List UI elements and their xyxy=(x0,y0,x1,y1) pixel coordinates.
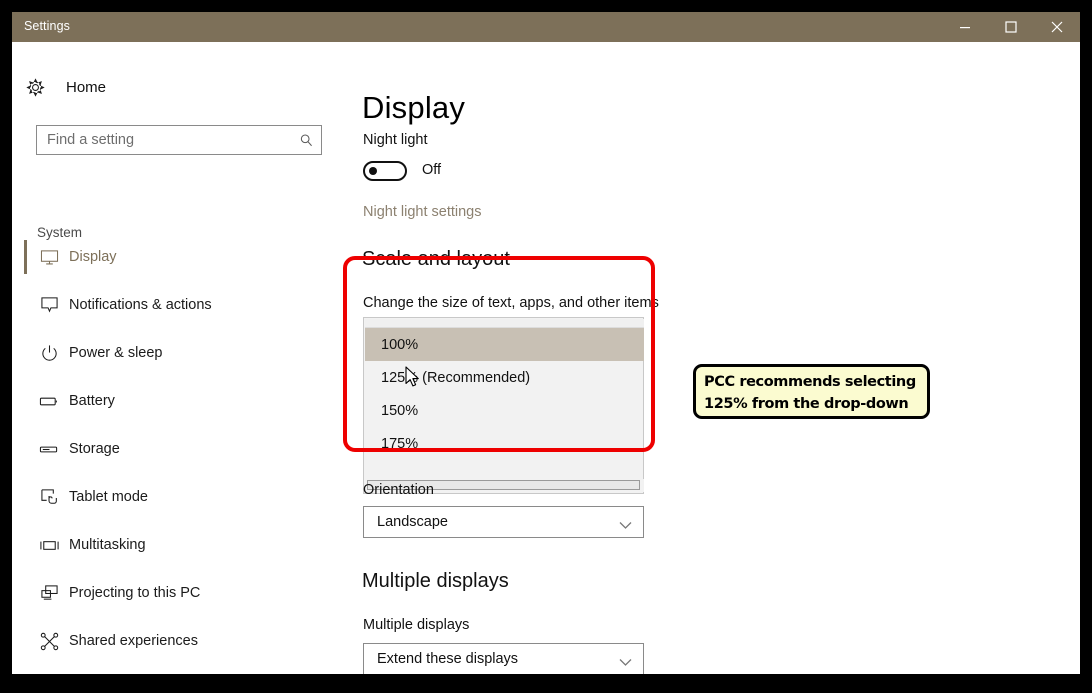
scale-and-layout-heading: Scale and layout xyxy=(362,248,510,270)
sidebar-item-label: Tablet mode xyxy=(69,489,148,505)
sidebar-item-storage[interactable]: Storage xyxy=(12,425,339,473)
chevron-down-icon xyxy=(619,654,632,672)
title-bar: Settings xyxy=(12,12,1080,42)
multiple-displays-heading: Multiple displays xyxy=(362,570,509,592)
selection-accent-bar xyxy=(24,624,27,658)
chevron-down-icon xyxy=(619,517,632,535)
sidebar: Home System xyxy=(12,42,339,674)
power-icon xyxy=(36,329,62,377)
gear-icon xyxy=(26,77,60,97)
minimize-button[interactable] xyxy=(942,12,988,42)
sidebar-item-about[interactable]: About xyxy=(12,665,339,674)
selection-accent-bar xyxy=(24,528,27,562)
sidebar-item-label: About xyxy=(69,665,107,674)
sidebar-item-notifications-actions[interactable]: Notifications & actions xyxy=(12,281,339,329)
sidebar-item-label: Multitasking xyxy=(69,537,146,553)
search-icon[interactable] xyxy=(295,130,317,151)
sidebar-item-tablet-mode[interactable]: Tablet mode xyxy=(12,473,339,521)
night-light-toggle[interactable] xyxy=(363,161,407,181)
scale-option-150[interactable]: 150% xyxy=(365,394,644,427)
main-content: Display Night light Off Night light sett… xyxy=(339,42,1080,674)
share-nodes-icon xyxy=(36,617,62,665)
scale-dropdown-list[interactable]: 100% 125% (Recommended) 150% 175% xyxy=(363,317,644,494)
sidebar-item-shared-experiences[interactable]: Shared experiences xyxy=(12,617,339,665)
callout-line-1: PCC recommends selecting xyxy=(704,374,916,390)
sidebar-item-battery[interactable]: Battery xyxy=(12,377,339,425)
selection-accent-bar xyxy=(24,336,27,370)
scale-option-100[interactable]: 100% xyxy=(365,328,644,361)
settings-window: Settings Home Find a setting System Disp… xyxy=(12,12,1080,674)
projecting-icon xyxy=(36,569,62,617)
sidebar-item-power-sleep[interactable]: Power & sleep xyxy=(12,329,339,377)
orientation-dropdown[interactable]: Landscape xyxy=(363,506,644,538)
toggle-knob xyxy=(369,167,377,175)
close-button[interactable] xyxy=(1034,12,1080,42)
maximize-button[interactable] xyxy=(988,12,1034,42)
multiple-displays-label: Multiple displays xyxy=(363,617,470,633)
sidebar-item-label: Storage xyxy=(69,441,120,457)
orientation-value: Landscape xyxy=(377,514,448,530)
info-circle-icon xyxy=(36,665,62,674)
scale-list-top-scroll-track[interactable] xyxy=(365,319,644,328)
multiple-displays-dropdown[interactable]: Extend these displays xyxy=(363,643,644,674)
scale-option-125[interactable]: 125% (Recommended) xyxy=(365,361,644,394)
night-light-label: Night light xyxy=(363,132,428,148)
annotation-callout: PCC recommends selecting 125% from the d… xyxy=(693,364,930,419)
close-icon xyxy=(1051,21,1063,33)
orientation-label: Orientation xyxy=(363,482,434,498)
callout-line-2: 125% from the drop-down xyxy=(704,396,909,412)
sidebar-home-label: Home xyxy=(66,78,107,96)
selection-accent-bar xyxy=(24,432,27,466)
sidebar-item-label: Projecting to this PC xyxy=(69,585,201,601)
speech-bubble-icon xyxy=(36,281,62,329)
search-input[interactable] xyxy=(37,126,292,154)
selection-accent-bar xyxy=(24,384,27,418)
screenshot-frame: Settings Home Find a setting System Disp… xyxy=(0,0,1092,693)
sidebar-item-home[interactable]: Home xyxy=(26,71,326,103)
sidebar-item-label: Shared experiences xyxy=(69,633,198,649)
scale-option-175[interactable]: 175% xyxy=(365,427,644,460)
sidebar-item-label: Display xyxy=(69,249,117,265)
scale-caption: Change the size of text, apps, and other… xyxy=(363,295,659,311)
tablet-touch-icon xyxy=(36,473,62,521)
storage-icon xyxy=(36,425,62,473)
night-light-settings-link[interactable]: Night light settings xyxy=(363,204,481,220)
multitasking-icon xyxy=(36,521,62,569)
monitor-icon xyxy=(36,233,62,281)
selection-accent-bar xyxy=(24,288,27,322)
sidebar-item-display[interactable]: Display xyxy=(12,233,339,281)
minimize-icon xyxy=(960,27,970,29)
sidebar-item-multitasking[interactable]: Multitasking xyxy=(12,521,339,569)
search-box[interactable] xyxy=(36,125,322,155)
selection-accent-bar xyxy=(24,480,27,514)
multiple-displays-value: Extend these displays xyxy=(377,651,519,667)
sidebar-item-label: Power & sleep xyxy=(69,345,163,361)
maximize-icon xyxy=(1005,21,1017,33)
sidebar-item-label: Battery xyxy=(69,393,115,409)
selection-accent-bar xyxy=(24,240,27,274)
sidebar-item-label: Notifications & actions xyxy=(69,297,212,313)
page-title: Display xyxy=(362,89,466,125)
window-title: Settings xyxy=(24,19,70,33)
selection-accent-bar xyxy=(24,576,27,610)
battery-icon xyxy=(36,377,62,425)
selection-accent-bar xyxy=(24,672,27,674)
night-light-toggle-state: Off xyxy=(422,162,442,178)
sidebar-item-projecting-to-this-pc[interactable]: Projecting to this PC xyxy=(12,569,339,617)
